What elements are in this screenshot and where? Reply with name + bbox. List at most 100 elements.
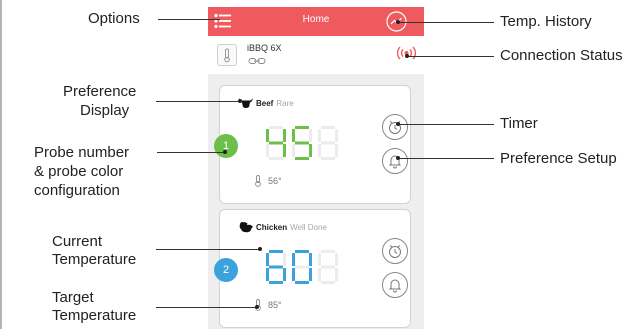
leader-dot bbox=[258, 247, 262, 251]
digit-segment-on bbox=[269, 141, 283, 145]
label-preference-display-1: Preference bbox=[63, 83, 137, 100]
label-preference-setup: Preference Setup bbox=[500, 150, 617, 167]
digit-segment-on bbox=[266, 268, 269, 281]
digit-segment-on bbox=[266, 253, 269, 266]
label-preference-display-2: Display bbox=[80, 102, 130, 119]
label-timer: Timer bbox=[500, 115, 538, 132]
digit-segment-off bbox=[321, 126, 335, 129]
timer-button[interactable] bbox=[382, 238, 408, 264]
digit-segment-on bbox=[309, 253, 312, 266]
digit-segment-off bbox=[321, 157, 335, 160]
preference-setup-button[interactable] bbox=[382, 148, 408, 174]
preference-display: Chicken Well Done bbox=[238, 221, 327, 233]
preference-level: Well Done bbox=[290, 222, 327, 232]
label-current-temperature-2: Temperature bbox=[52, 251, 137, 268]
digit-segment-off bbox=[321, 141, 335, 145]
digit-segment-off bbox=[292, 144, 295, 157]
probe-card-2[interactable]: Chicken Well Done 2 85° bbox=[214, 209, 411, 328]
leader-target-temperature bbox=[156, 307, 257, 308]
left-border bbox=[0, 0, 2, 329]
digit-segment-on bbox=[295, 126, 309, 129]
digit-segment-off bbox=[269, 126, 283, 129]
leader-dot bbox=[238, 99, 242, 103]
digit-segment-on bbox=[295, 157, 309, 160]
digit-segment-on bbox=[283, 268, 286, 281]
label-connection-status: Connection Status bbox=[500, 47, 623, 64]
digit-segment-on bbox=[295, 141, 309, 145]
digit-segment-off bbox=[283, 253, 286, 266]
target-temperature-value: 85° bbox=[268, 300, 282, 310]
digit-segment-off bbox=[318, 268, 321, 281]
preference-display: Beef Rare bbox=[238, 97, 294, 109]
preference-setup-bell-icon bbox=[388, 279, 402, 293]
digit-segment-on bbox=[292, 253, 295, 266]
leader-dot bbox=[396, 122, 400, 126]
digit-segment-off bbox=[269, 157, 283, 160]
device-bar[interactable]: iBBQ 6X bbox=[208, 36, 424, 74]
target-temperature-value: 56° bbox=[268, 176, 282, 186]
chicken-icon bbox=[239, 221, 253, 233]
leader-timer bbox=[398, 124, 494, 125]
preference-setup-bell-icon bbox=[388, 155, 402, 169]
digit-segment-off bbox=[321, 250, 335, 253]
thermometer-icon bbox=[255, 175, 261, 187]
device-thermometer-icon bbox=[217, 44, 237, 66]
preference-setup-button[interactable] bbox=[382, 272, 408, 298]
digit-segment-off bbox=[321, 265, 335, 269]
digit-segment-off bbox=[318, 144, 321, 157]
timer-icon bbox=[389, 121, 401, 134]
digit-segment-on bbox=[266, 129, 269, 142]
leader-temp-history bbox=[398, 22, 494, 23]
probe-number-badge: 1 bbox=[214, 134, 238, 158]
current-temperature-display bbox=[266, 126, 338, 160]
leader-dot bbox=[255, 305, 259, 309]
digit-segment-on bbox=[283, 129, 286, 142]
label-probe-number-1: Probe number bbox=[34, 144, 130, 161]
label-probe-number-2: & probe color bbox=[34, 163, 124, 180]
leader-dot bbox=[396, 20, 400, 24]
label-target-temperature-2: Temperature bbox=[52, 307, 137, 324]
digit-segment-off bbox=[335, 268, 338, 281]
leader-current-temperature bbox=[156, 249, 260, 250]
digit-segment-on bbox=[269, 281, 283, 284]
label-probe-number-3: configuration bbox=[34, 182, 120, 199]
leader-preference-setup bbox=[398, 158, 494, 159]
link-icon bbox=[248, 58, 266, 64]
probe-card-1[interactable]: Beef Rare 1 56° bbox=[214, 85, 411, 204]
digit-segment-on bbox=[292, 129, 295, 142]
digit-segment-off bbox=[335, 144, 338, 157]
digit-segment-on bbox=[295, 250, 309, 253]
device-name: iBBQ 6X bbox=[247, 43, 282, 53]
preference-level: Rare bbox=[276, 98, 294, 108]
digit-segment-on bbox=[283, 144, 286, 157]
digit-segment-on bbox=[295, 281, 309, 284]
preference-meat: Chicken bbox=[256, 222, 288, 232]
leader-connection-status bbox=[407, 56, 494, 57]
digit-segment-off bbox=[321, 281, 335, 284]
timer-icon bbox=[389, 245, 401, 258]
digit-segment-off bbox=[335, 253, 338, 266]
probe-number-badge: 2 bbox=[214, 258, 238, 282]
label-current-temperature-1: Current bbox=[52, 233, 103, 250]
phone-screen: Home iBBQ 6X Beef Rare 1 56° Chicken Wel… bbox=[208, 7, 424, 329]
top-bar: Home bbox=[208, 7, 424, 36]
digit-segment-off bbox=[295, 265, 309, 269]
target-temperature: 56° bbox=[254, 175, 282, 187]
digit-segment-on bbox=[269, 265, 283, 269]
digit-segment-off bbox=[318, 129, 321, 142]
leader-dot bbox=[396, 156, 400, 160]
current-temperature-display bbox=[266, 250, 338, 284]
digit-segment-on bbox=[309, 268, 312, 281]
leader-preference-display bbox=[156, 101, 240, 102]
digit-segment-on bbox=[269, 250, 283, 253]
digit-segment-off bbox=[309, 129, 312, 142]
label-options: Options bbox=[88, 10, 140, 27]
leader-options bbox=[158, 19, 220, 20]
label-temp-history: Temp. History bbox=[500, 13, 592, 30]
preference-meat: Beef bbox=[256, 98, 274, 108]
digit-segment-off bbox=[266, 144, 269, 157]
timer-button[interactable] bbox=[382, 114, 408, 140]
digit-segment-on bbox=[309, 144, 312, 157]
digit-segment-on bbox=[292, 268, 295, 281]
digit-segment-off bbox=[318, 253, 321, 266]
